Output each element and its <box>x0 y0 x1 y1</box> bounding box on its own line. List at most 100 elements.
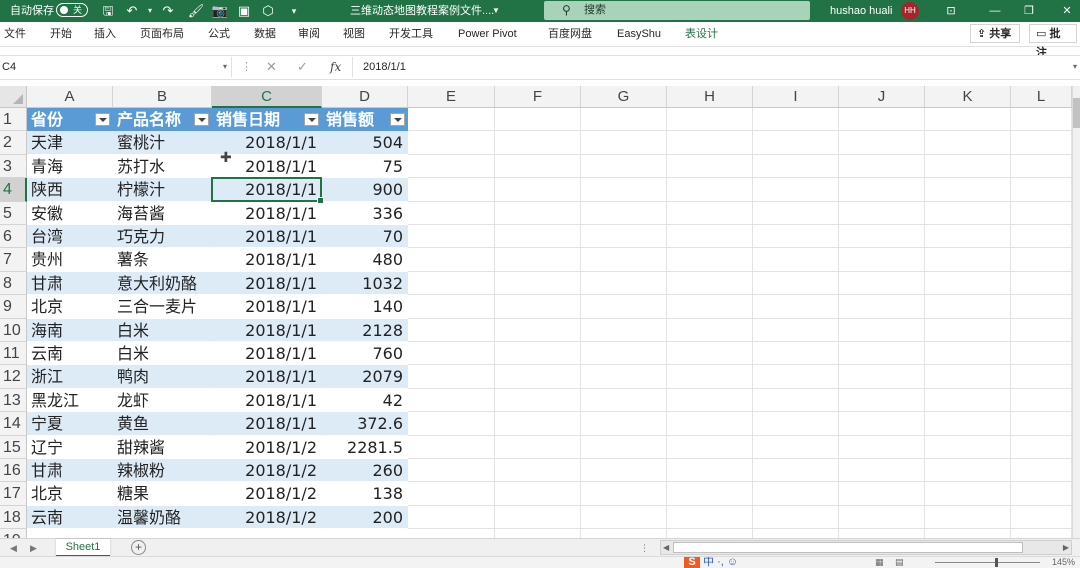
table-cell[interactable]: 2018/1/1 <box>212 388 322 413</box>
table-cell[interactable]: 龙虾 <box>113 388 212 413</box>
avatar[interactable]: HH <box>901 2 919 20</box>
table-cell[interactable]: 760 <box>322 342 408 366</box>
table-cell[interactable]: 140 <box>322 295 408 319</box>
empty-cell[interactable] <box>667 248 753 272</box>
empty-cell[interactable] <box>667 201 753 225</box>
ime-toolbar[interactable]: S 中 ·, ☺ <box>684 557 738 568</box>
empty-cell[interactable] <box>925 459 1011 483</box>
empty-cell[interactable] <box>1011 342 1072 366</box>
empty-cell[interactable] <box>581 178 667 202</box>
vertical-scroll-thumb[interactable] <box>1073 98 1080 128</box>
empty-cell[interactable] <box>581 248 667 272</box>
restore-icon[interactable]: ❐ <box>1018 2 1040 20</box>
empty-cell[interactable] <box>495 459 581 483</box>
table-cell[interactable]: 2079 <box>322 365 408 389</box>
empty-cell[interactable] <box>925 529 1011 538</box>
table-cell[interactable] <box>113 529 212 538</box>
empty-cell[interactable] <box>495 178 581 202</box>
column-header-i[interactable]: I <box>753 86 839 108</box>
formula-bar-splitter[interactable]: ⋮ <box>241 57 252 77</box>
empty-cell[interactable] <box>581 131 667 155</box>
row-header-10[interactable]: 10 <box>0 318 27 342</box>
empty-cell[interactable] <box>408 435 495 459</box>
formula-input[interactable]: 2018/1/1 <box>352 57 1080 77</box>
row-header-4[interactable]: 4 <box>0 178 27 202</box>
empty-cell[interactable] <box>667 482 753 506</box>
row-header-19[interactable]: 19 <box>0 529 27 538</box>
empty-cell[interactable] <box>667 318 753 342</box>
empty-cell[interactable] <box>408 225 495 249</box>
format-painter-icon[interactable]: 🖌 <box>186 2 206 20</box>
empty-cell[interactable] <box>1011 271 1072 296</box>
table-cell[interactable]: 宁夏 <box>27 412 113 436</box>
row-header-17[interactable]: 17 <box>0 482 27 506</box>
empty-cell[interactable] <box>581 459 667 483</box>
empty-cell[interactable] <box>667 435 753 459</box>
empty-cell[interactable] <box>495 131 581 155</box>
empty-cell[interactable] <box>839 295 925 319</box>
table-cell[interactable]: 2018/1/2 <box>212 505 322 530</box>
row-header-1[interactable]: 1 <box>0 108 27 132</box>
empty-cell[interactable] <box>408 131 495 155</box>
empty-cell[interactable] <box>753 342 839 366</box>
table-cell[interactable]: 2018/1/2 <box>212 459 322 483</box>
empty-cell[interactable] <box>495 248 581 272</box>
empty-cell[interactable] <box>667 529 753 538</box>
empty-cell[interactable] <box>495 482 581 506</box>
vertical-scrollbar[interactable] <box>1072 86 1080 538</box>
empty-cell[interactable] <box>753 459 839 483</box>
empty-cell[interactable] <box>839 178 925 202</box>
undo-icon[interactable]: ↶ <box>122 2 142 20</box>
empty-cell[interactable] <box>925 225 1011 249</box>
column-header-h[interactable]: H <box>667 86 753 108</box>
row-header-9[interactable]: 9 <box>0 295 27 319</box>
column-header-l[interactable]: L <box>1011 86 1072 108</box>
autosave-toggle[interactable]: 关 <box>56 3 88 17</box>
empty-cell[interactable] <box>1011 178 1072 202</box>
empty-cell[interactable] <box>1011 435 1072 459</box>
empty-cell[interactable] <box>839 225 925 249</box>
filter-dropdown-button[interactable] <box>95 113 110 126</box>
empty-cell[interactable] <box>753 529 839 538</box>
empty-cell[interactable] <box>581 108 667 132</box>
empty-cell[interactable] <box>408 505 495 530</box>
table-cell[interactable]: 白米 <box>113 318 212 342</box>
empty-cell[interactable] <box>925 201 1011 225</box>
table-cell[interactable]: 260 <box>322 459 408 483</box>
name-box-dropdown-icon[interactable]: ▾ <box>223 57 227 77</box>
table-cell[interactable]: 台湾 <box>27 225 113 249</box>
empty-cell[interactable] <box>1011 459 1072 483</box>
empty-cell[interactable] <box>581 482 667 506</box>
empty-cell[interactable] <box>408 412 495 436</box>
table-cell[interactable] <box>212 529 322 538</box>
table-cell[interactable]: 北京 <box>27 295 113 319</box>
column-header-j[interactable]: J <box>839 86 925 108</box>
empty-cell[interactable] <box>1011 248 1072 272</box>
table-cell[interactable] <box>322 529 408 538</box>
empty-cell[interactable] <box>408 154 495 179</box>
empty-cell[interactable] <box>408 295 495 319</box>
empty-cell[interactable] <box>581 388 667 413</box>
empty-cell[interactable] <box>753 154 839 179</box>
empty-cell[interactable] <box>753 248 839 272</box>
empty-cell[interactable] <box>408 248 495 272</box>
empty-cell[interactable] <box>1011 108 1072 132</box>
table-cell[interactable]: 2018/1/1 <box>212 178 322 202</box>
empty-cell[interactable] <box>925 342 1011 366</box>
empty-cell[interactable] <box>839 529 925 538</box>
empty-cell[interactable] <box>667 178 753 202</box>
empty-cell[interactable] <box>581 225 667 249</box>
table-cell[interactable]: 2018/1/1 <box>212 225 322 249</box>
table-cell[interactable]: 安徽 <box>27 201 113 225</box>
empty-cell[interactable] <box>495 154 581 179</box>
empty-cell[interactable] <box>667 412 753 436</box>
table-header-cell[interactable]: 产品名称 <box>113 108 212 132</box>
empty-cell[interactable] <box>925 248 1011 272</box>
table-cell[interactable]: 鸭肉 <box>113 365 212 389</box>
empty-cell[interactable] <box>839 365 925 389</box>
table-cell[interactable]: 甜辣酱 <box>113 435 212 459</box>
table-cell[interactable]: 辣椒粉 <box>113 459 212 483</box>
enter-icon[interactable]: ✓ <box>297 57 308 77</box>
empty-cell[interactable] <box>581 295 667 319</box>
empty-cell[interactable] <box>925 108 1011 132</box>
